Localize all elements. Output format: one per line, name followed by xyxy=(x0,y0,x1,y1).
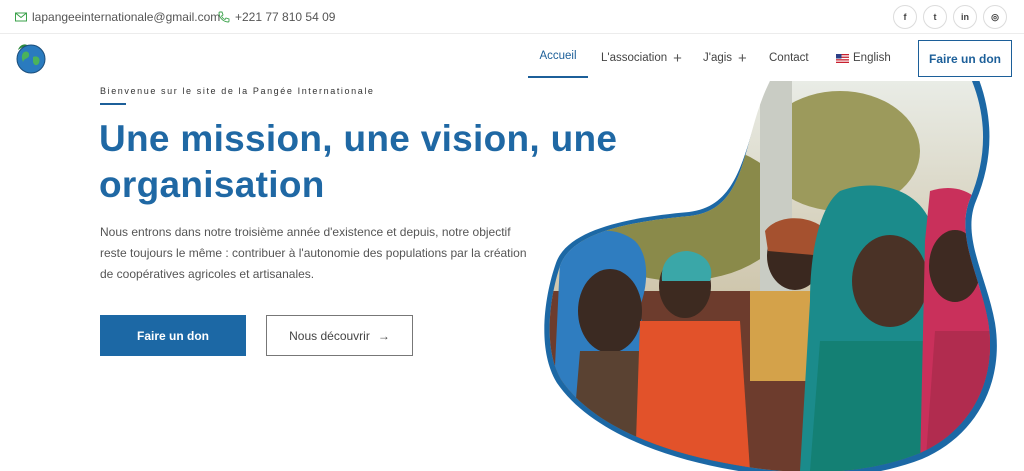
nav-contact-label: Contact xyxy=(769,52,809,64)
phone-text: +221 77 810 54 09 xyxy=(235,10,336,24)
nav-association[interactable]: L'association + xyxy=(601,35,682,81)
facebook-icon[interactable]: f xyxy=(893,5,917,29)
top-contact-bar: lapangeeinternationale@gmail.com +221 77… xyxy=(0,0,1024,34)
plus-icon: + xyxy=(673,49,682,67)
linkedin-icon[interactable]: in xyxy=(953,5,977,29)
email-contact[interactable]: lapangeeinternationale@gmail.com xyxy=(15,0,220,34)
donate-header-button[interactable]: Faire un don xyxy=(918,40,1012,77)
language-switcher[interactable]: English xyxy=(836,35,891,81)
nav-agis-label: J'agis xyxy=(703,52,733,64)
nav-association-label: L'association xyxy=(601,52,668,64)
discover-button[interactable]: Nous découvrir → xyxy=(266,315,413,356)
hero-description: Nous entrons dans notre troisième année … xyxy=(100,225,527,281)
phone-icon xyxy=(218,11,230,23)
mail-icon xyxy=(15,12,27,22)
main-navbar: Accueil L'association + J'agis + Contact… xyxy=(0,35,1024,81)
email-text: lapangeeinternationale@gmail.com xyxy=(32,10,221,24)
twitter-icon[interactable]: t xyxy=(923,5,947,29)
discover-button-label: Nous découvrir xyxy=(289,328,370,343)
hero-photo xyxy=(544,81,997,471)
us-flag-icon xyxy=(836,53,849,63)
phone-contact[interactable]: +221 77 810 54 09 xyxy=(218,0,335,34)
hero-eyebrow: Bienvenue sur le site de la Pangée Inter… xyxy=(100,86,375,96)
nav-home[interactable]: Accueil xyxy=(528,35,588,78)
site-logo[interactable] xyxy=(14,41,48,75)
eyebrow-divider xyxy=(100,103,126,105)
nav-contact[interactable]: Contact xyxy=(769,35,809,81)
plus-icon: + xyxy=(738,49,747,67)
donate-button[interactable]: Faire un don xyxy=(100,315,246,356)
instagram-icon[interactable]: ◎ xyxy=(983,5,1007,29)
nav-home-label: Accueil xyxy=(539,49,577,62)
nav-agis[interactable]: J'agis + xyxy=(703,35,747,81)
arrow-right-icon: → xyxy=(377,328,390,343)
language-label: English xyxy=(853,52,891,64)
